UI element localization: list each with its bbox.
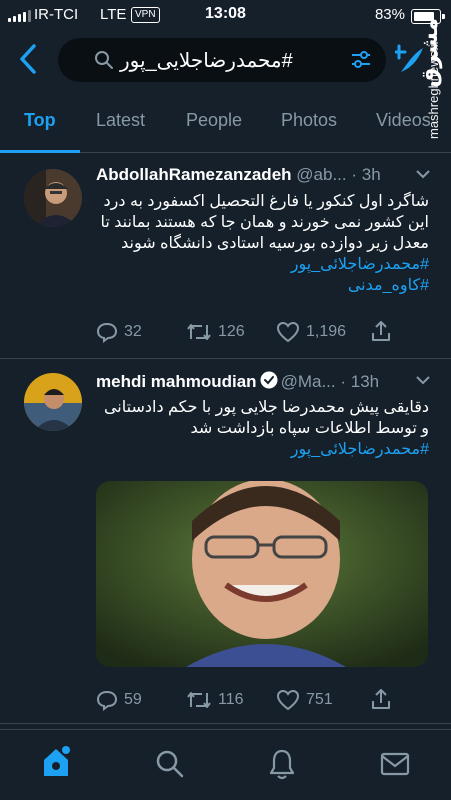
- like-button[interactable]: 751: [276, 689, 333, 711]
- tweet-line: دقایقی پیش محمدرضا جلایی پور با حکم دادس…: [103, 399, 429, 416]
- author-name[interactable]: AbdollahRamezanzadeh: [96, 165, 292, 184]
- notifications-icon[interactable]: [268, 748, 296, 780]
- heart-icon: [276, 689, 300, 711]
- hashtag-link[interactable]: #کاوه_مدنی: [96, 275, 429, 296]
- tab-photos[interactable]: Photos: [281, 110, 337, 131]
- retweet-count: 116: [218, 691, 244, 708]
- tweet-line: و توسط اطلاعات سپاه بازداشت شد: [190, 420, 429, 437]
- avatar[interactable]: [24, 373, 82, 431]
- search-icon: [95, 51, 113, 69]
- like-count: 751: [306, 691, 333, 708]
- share-icon[interactable]: [370, 687, 392, 711]
- retweet-icon: [187, 324, 211, 340]
- messages-icon[interactable]: [380, 752, 410, 776]
- chevron-down-icon[interactable]: [415, 169, 431, 179]
- author-name[interactable]: mehdi mahmoudian: [96, 372, 257, 391]
- tweet-line: معدل زیر دوازده بورسیه استادی دانشگاه شو…: [121, 235, 429, 252]
- tweet-line: این کشور نمی خورند و همان جا که هستند بم…: [100, 214, 429, 231]
- chevron-down-icon[interactable]: [415, 375, 431, 385]
- tweet-actions: 59 116 751: [96, 689, 396, 713]
- avatar[interactable]: [24, 169, 82, 227]
- bottom-navigation: [0, 729, 451, 800]
- retweet-button[interactable]: 116: [186, 689, 244, 711]
- heart-icon: [276, 321, 300, 343]
- retweet-button[interactable]: 126: [186, 321, 245, 343]
- like-count: 1,196: [306, 323, 347, 340]
- battery-percentage: 83%: [374, 6, 405, 23]
- tweet-photo[interactable]: [96, 481, 428, 667]
- tweet-text: دقایقی پیش محمدرضا جلایی پور با حکم دادس…: [96, 397, 429, 460]
- tweet-time: 13h: [350, 372, 380, 391]
- reply-count: 59: [124, 691, 142, 708]
- author-handle: @ab...: [296, 165, 347, 184]
- tweet-header: AbdollahRamezanzadeh @ab... · 3h: [96, 165, 441, 189]
- search-tabs: Top Latest People Photos Videos: [0, 96, 451, 153]
- retweet-icon: [187, 692, 211, 708]
- share-icon[interactable]: [370, 319, 392, 343]
- separator: ·: [340, 372, 347, 391]
- search-icon[interactable]: [154, 748, 184, 778]
- tweet-card[interactable]: AbdollahRamezanzadeh @ab... · 3h شاگرد ا…: [0, 153, 451, 359]
- search-header: #محمدرضاجلایی_پور: [0, 30, 451, 92]
- tweet-line: شاگرد اول کنکور یا فارغ التحصیل اکسفورد …: [103, 193, 429, 210]
- search-input[interactable]: #محمدرضاجلایی_پور: [58, 38, 386, 82]
- reply-button[interactable]: 59: [96, 689, 142, 711]
- reply-icon: [96, 322, 118, 343]
- reply-icon: [96, 690, 118, 711]
- hashtag-link[interactable]: #محمدرضاجلائی_پور: [96, 254, 429, 275]
- tweet-time: 3h: [361, 165, 381, 184]
- author-handle: @Ma...: [280, 372, 336, 391]
- hashtag-link[interactable]: #محمدرضاجلائی_پور: [96, 439, 429, 460]
- tab-people[interactable]: People: [186, 110, 242, 131]
- reply-button[interactable]: 32: [96, 321, 142, 343]
- tweet-header: mehdi mahmoudian @Ma... · 13h: [96, 371, 441, 395]
- home-icon[interactable]: [40, 744, 72, 780]
- back-chevron-icon[interactable]: [14, 42, 44, 76]
- reply-count: 32: [124, 323, 142, 340]
- retweet-count: 126: [218, 323, 245, 340]
- status-bar: IR-TCI LTE VPN 13:08 83%: [0, 0, 451, 30]
- verified-badge-icon: [260, 371, 278, 389]
- tweet-card[interactable]: mehdi mahmoudian @Ma... · 13h دقایقی پیش …: [0, 359, 451, 724]
- tab-top[interactable]: Top: [24, 110, 56, 131]
- tab-latest[interactable]: Latest: [96, 110, 145, 131]
- search-query: #محمدرضاجلایی_پور: [120, 50, 293, 72]
- tab-videos[interactable]: Videos: [376, 110, 431, 131]
- tweet-text: شاگرد اول کنکور یا فارغ التحصیل اکسفورد …: [96, 191, 429, 296]
- separator: ·: [351, 165, 358, 184]
- tweet-actions: 32 126 1,196: [96, 321, 396, 345]
- filter-icon[interactable]: [350, 49, 372, 71]
- like-button[interactable]: 1,196: [276, 321, 346, 343]
